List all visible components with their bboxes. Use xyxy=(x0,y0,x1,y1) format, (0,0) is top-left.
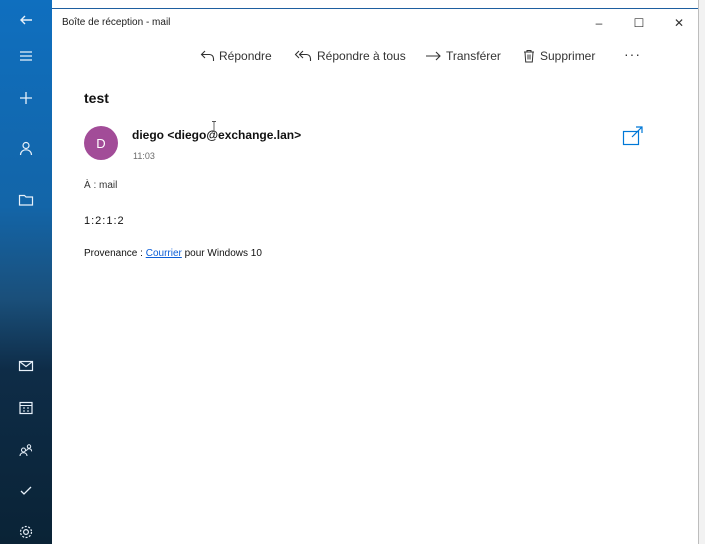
settings-icon[interactable] xyxy=(0,512,52,552)
forward-label: Transférer xyxy=(446,49,501,63)
reply-label: Répondre xyxy=(219,49,272,63)
people-icon[interactable] xyxy=(0,430,52,470)
todo-icon[interactable] xyxy=(0,470,52,510)
window-titlebar[interactable]: Boîte de réception - mail – ☐ ✕ xyxy=(52,8,698,37)
forward-arrow-icon xyxy=(426,51,441,61)
reply-all-icon xyxy=(294,50,312,61)
signature: Provenance : Courrier pour Windows 10 xyxy=(84,248,262,259)
outer-top-strip xyxy=(52,0,705,8)
text-cursor-icon xyxy=(212,121,216,132)
folder-icon[interactable] xyxy=(0,180,52,220)
reply-all-button[interactable]: Répondre à tous xyxy=(294,46,406,66)
more-options-button[interactable]: ··· xyxy=(624,46,641,62)
new-mail-icon[interactable] xyxy=(0,78,52,118)
reply-icon xyxy=(200,50,215,61)
close-button[interactable]: ✕ xyxy=(664,13,694,33)
delete-label: Supprimer xyxy=(540,49,596,63)
delete-button[interactable]: Supprimer xyxy=(521,46,595,66)
open-in-new-window-icon[interactable] xyxy=(622,126,644,146)
reply-all-label: Répondre à tous xyxy=(317,49,406,63)
hamburger-menu-icon[interactable] xyxy=(0,36,52,76)
message-body: 1:2:1:2 xyxy=(84,215,125,227)
mail-icon[interactable] xyxy=(0,346,52,386)
sender-avatar[interactable]: D xyxy=(84,126,118,160)
message-time: 11:03 xyxy=(133,151,155,161)
account-icon[interactable] xyxy=(0,128,52,168)
trash-icon xyxy=(524,50,534,63)
minimize-button[interactable]: – xyxy=(584,13,614,33)
calendar-icon[interactable] xyxy=(0,388,52,428)
courrier-link[interactable]: Courrier xyxy=(146,248,182,259)
signature-suffix: pour Windows 10 xyxy=(181,248,262,259)
back-icon[interactable] xyxy=(0,0,52,40)
recipients-line: À : mail xyxy=(84,180,118,191)
signature-prefix: Provenance : xyxy=(84,248,146,259)
reply-button[interactable]: Répondre xyxy=(200,46,272,66)
message-subject: test xyxy=(84,90,109,106)
forward-button[interactable]: Transférer xyxy=(425,46,501,66)
window-title: Boîte de réception - mail xyxy=(62,17,171,28)
outer-right-strip xyxy=(698,0,705,544)
maximize-button[interactable]: ☐ xyxy=(624,13,654,33)
app-rail xyxy=(0,0,52,544)
